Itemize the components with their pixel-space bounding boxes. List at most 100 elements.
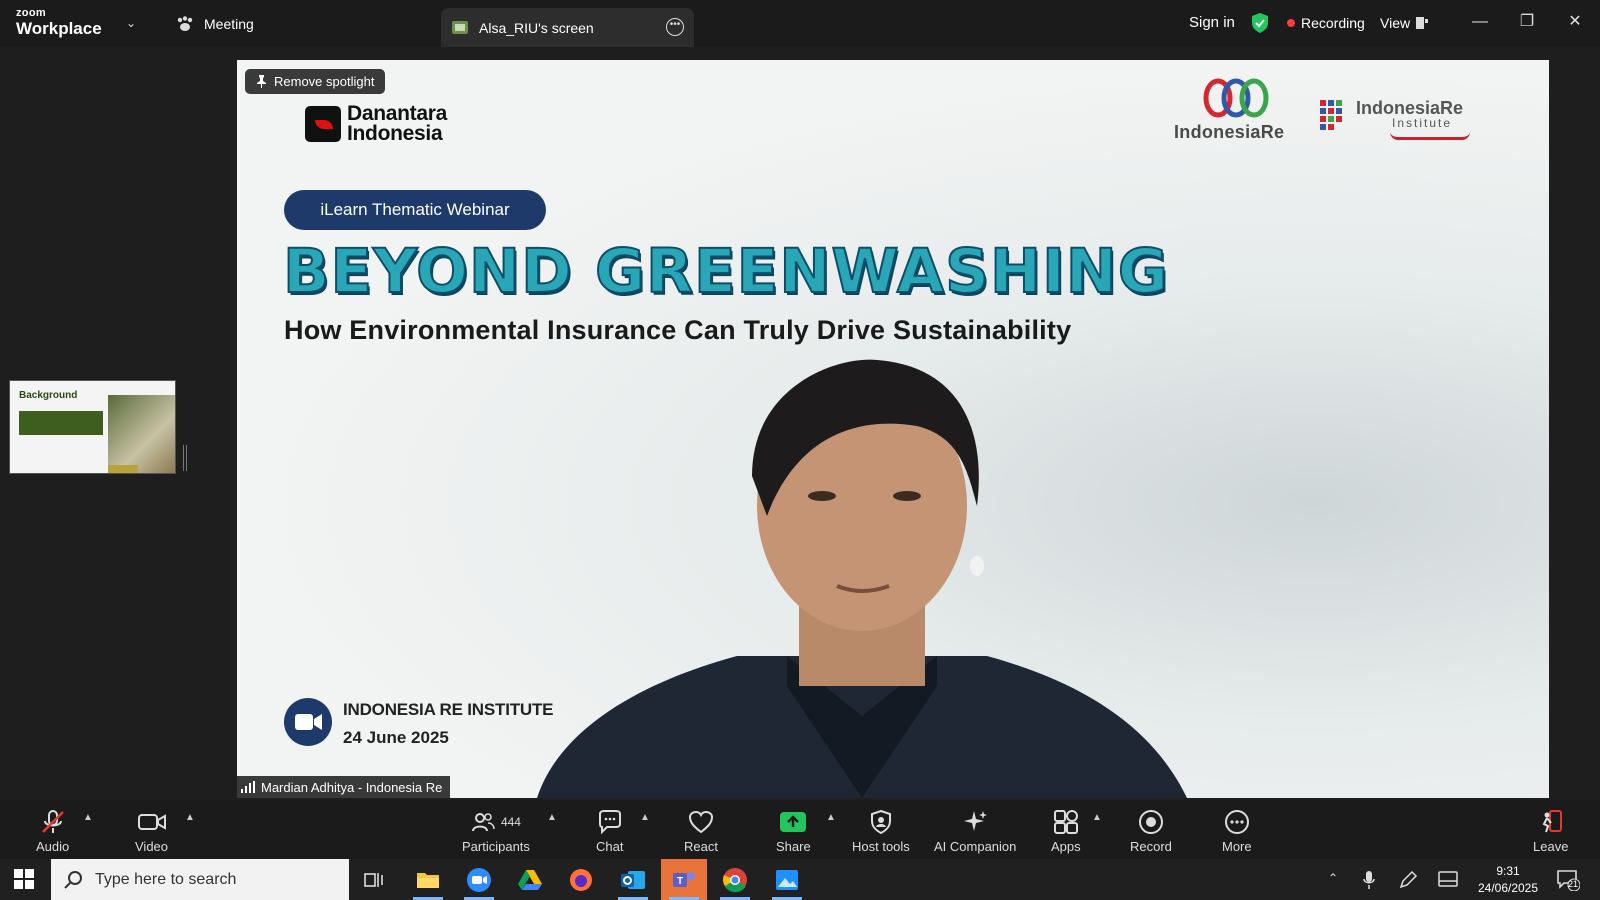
slide-thumbnail[interactable]: Background: [9, 380, 176, 474]
taskbar-clock[interactable]: 9:31 24/06/2025: [1470, 863, 1546, 897]
sign-in-button[interactable]: Sign in: [1189, 14, 1235, 31]
signal-strength-icon: [241, 781, 255, 793]
brand-top: zoom: [16, 7, 46, 19]
participants-count: 444: [500, 815, 521, 829]
windows-start-icon[interactable]: [14, 869, 34, 889]
notification-count: 21: [1568, 879, 1579, 889]
google-drive-icon[interactable]: [507, 859, 553, 900]
host-shield-icon: [870, 810, 891, 834]
video-camera-logo-icon: [284, 698, 332, 746]
video-label: Video: [135, 839, 169, 854]
tab-meeting-label: Meeting: [204, 16, 254, 32]
show-hidden-icons-chevron-icon[interactable]: ⌃: [1328, 871, 1338, 885]
svg-text:T: T: [677, 876, 683, 887]
audio-options-caret-icon[interactable]: ▲: [83, 812, 93, 823]
host-tools-button[interactable]: Host tools: [852, 808, 910, 854]
meeting-toolbar: Audio ▲ Video ▲ 444 Participants ▲ Chat …: [0, 800, 1600, 859]
photos-app-icon[interactable]: [764, 859, 810, 900]
tab-shared-screen[interactable]: Alsa_RIU's screen •••: [441, 8, 694, 47]
touch-keyboard-icon[interactable]: [1438, 871, 1458, 887]
thumbnail-text-block: [19, 411, 103, 435]
participants-button[interactable]: 444 Participants: [462, 808, 530, 854]
ai-companion-button[interactable]: AI Companion: [934, 808, 1016, 854]
indonesiare-logo: IndonesiaRe: [1174, 78, 1298, 148]
security-shield-icon[interactable]: [1250, 12, 1270, 34]
participants-icon: [471, 813, 495, 832]
more-label: More: [1222, 839, 1252, 854]
record-button[interactable]: Record: [1130, 808, 1172, 854]
microphone-tray-icon[interactable]: [1363, 870, 1375, 890]
apps-button[interactable]: Apps: [1051, 808, 1081, 854]
chat-label: Chat: [596, 839, 624, 854]
indonesiare-institute-logo: IndonesiaRe Institute: [1320, 98, 1490, 148]
zoom-workplace-logo[interactable]: zoom Workplace: [16, 7, 102, 38]
more-button[interactable]: More: [1222, 808, 1252, 854]
webinar-date: 24 June 2025: [343, 728, 449, 747]
danantara-mark-icon: [305, 105, 341, 142]
zoom-app-icon[interactable]: [456, 859, 502, 900]
thumbnail-title: Background: [19, 390, 78, 401]
participant-name: Mardian Adhitya - Indonesia Re: [261, 779, 443, 795]
danantara-line1: Danantara: [347, 102, 448, 125]
video-button[interactable]: Video: [135, 808, 168, 854]
share-screen-icon: [780, 812, 807, 832]
taskbar-search-box[interactable]: Type here to search: [51, 859, 349, 900]
chat-options-caret-icon[interactable]: ▲: [640, 812, 650, 823]
react-button[interactable]: React: [684, 808, 718, 854]
share-options-caret-icon[interactable]: ▲: [826, 812, 836, 823]
restore-window-icon[interactable]: ❐: [1512, 10, 1542, 34]
chat-icon: [598, 810, 621, 835]
ai-companion-label: AI Companion: [934, 839, 1017, 854]
chevron-down-icon[interactable]: ⌄: [126, 16, 136, 30]
participants-options-caret-icon[interactable]: ▲: [547, 812, 557, 823]
remove-spotlight-button[interactable]: Remove spotlight: [245, 69, 386, 94]
notification-center-icon[interactable]: 21: [1556, 869, 1581, 896]
thumbnail-accent-bar: [108, 465, 138, 473]
leave-icon: [1542, 810, 1562, 833]
title-bar: zoom Workplace ⌄ Meeting Alsa_RIU's scre…: [0, 0, 1600, 47]
tab-meeting[interactable]: Meeting: [176, 13, 254, 35]
record-label: Record: [1130, 839, 1172, 854]
share-label: Share: [776, 839, 811, 854]
recording-indicator[interactable]: Recording: [1287, 15, 1365, 31]
apps-label: Apps: [1051, 839, 1081, 854]
webinar-subheadline: How Environmental Insurance Can Truly Dr…: [284, 315, 1072, 345]
leave-button[interactable]: Leave: [1533, 808, 1568, 854]
danantara-logo: Danantara Indonesia: [305, 102, 448, 145]
view-label: View: [1380, 15, 1411, 31]
chat-button[interactable]: Chat: [596, 808, 623, 854]
video-options-caret-icon[interactable]: ▲: [185, 812, 195, 823]
audio-label: Audio: [36, 839, 70, 854]
minimize-window-icon[interactable]: —: [1465, 10, 1495, 34]
clock-date: 24/06/2025: [1477, 881, 1539, 895]
apps-options-caret-icon[interactable]: ▲: [1092, 812, 1102, 823]
react-label: React: [684, 839, 718, 854]
organizer-name: INDONESIA RE INSTITUTE: [343, 700, 554, 719]
institute-grid-icon: [1320, 100, 1342, 130]
pen-tray-icon[interactable]: [1398, 870, 1418, 890]
institute-swoosh: [1390, 132, 1470, 140]
share-button[interactable]: Share: [776, 808, 811, 854]
recording-label: Recording: [1301, 15, 1365, 31]
more-icon: [1224, 810, 1249, 834]
host-tools-label: Host tools: [852, 839, 910, 854]
view-button[interactable]: View: [1380, 15, 1429, 31]
chrome-icon[interactable]: [712, 859, 758, 900]
participants-label: Participants: [462, 839, 530, 854]
thumbnail-image: [108, 395, 175, 473]
windows-taskbar: Type here to search T ⌃ 9:31 24/06/2025 …: [0, 859, 1600, 900]
teams-icon[interactable]: T: [661, 859, 707, 900]
file-explorer-icon[interactable]: [405, 859, 451, 900]
more-options-icon[interactable]: •••: [666, 18, 684, 36]
participant-name-label: Mardian Adhitya - Indonesia Re: [237, 776, 451, 798]
audio-button[interactable]: Audio: [36, 808, 69, 854]
danantara-line2: Indonesia: [347, 121, 443, 145]
outlook-icon[interactable]: [610, 859, 656, 900]
panel-resize-handle[interactable]: [183, 445, 187, 471]
tab-shared-screen-label: Alsa_RIU's screen: [479, 19, 594, 36]
close-window-icon[interactable]: ✕: [1560, 10, 1590, 34]
firefox-icon[interactable]: [558, 859, 604, 900]
video-camera-icon: [137, 814, 166, 830]
paw-icon: [177, 16, 193, 31]
task-view-icon[interactable]: [352, 859, 398, 900]
